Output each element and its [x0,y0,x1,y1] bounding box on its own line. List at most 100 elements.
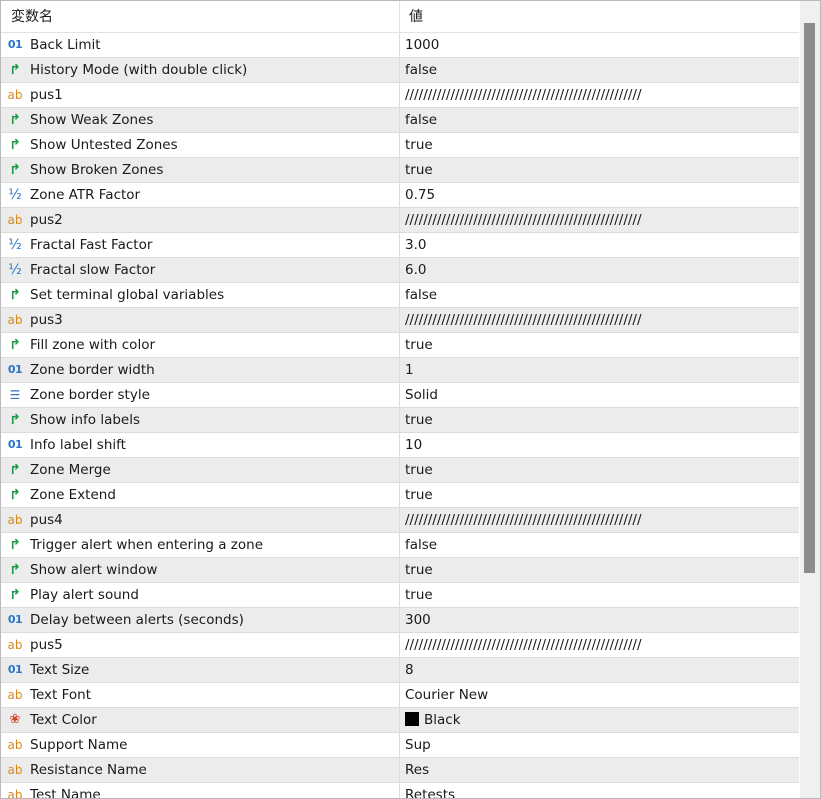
parameter-name-cell[interactable]: ab pus5 [1,633,400,657]
vertical-scrollbar[interactable] [800,1,820,798]
parameter-name-cell[interactable]: 01 Text Size [1,658,400,682]
parameter-row[interactable]: ↱ Show Weak Zones false [1,108,799,133]
parameter-name-cell[interactable]: ab Test Name [1,783,400,798]
parameter-name-cell[interactable]: ↱ Zone Extend [1,483,400,507]
parameter-row[interactable]: ↱ Play alert sound true [1,583,799,608]
parameter-row[interactable]: ↱ Trigger alert when entering a zone false [1,533,799,558]
parameter-name-cell[interactable]: ab Resistance Name [1,758,400,782]
parameter-row[interactable]: ☰ Zone border style Solid [1,383,799,408]
parameter-row[interactable]: 01 Zone border width 1 [1,358,799,383]
parameter-value-cell[interactable]: ////////////////////////////////////////… [400,508,799,532]
parameter-row[interactable]: 01 Delay between alerts (seconds) 300 [1,608,799,633]
parameter-name-cell[interactable]: ☰ Zone border style [1,383,400,407]
parameter-row[interactable]: ↱ Show Broken Zones true [1,158,799,183]
parameter-value-cell[interactable]: false [400,533,799,557]
parameter-name-cell[interactable]: ↱ Show info labels [1,408,400,432]
parameter-name-cell[interactable]: ab pus3 [1,308,400,332]
parameter-value-cell[interactable]: Sup [400,733,799,757]
parameter-value-cell[interactable]: false [400,58,799,82]
parameter-name-cell[interactable]: ↱ Set terminal global variables [1,283,400,307]
parameter-value-cell[interactable]: 3.0 [400,233,799,257]
parameter-row[interactable]: ↱ History Mode (with double click) false [1,58,799,83]
parameter-value-cell[interactable]: false [400,283,799,307]
parameter-name-cell[interactable]: 01 Back Limit [1,33,400,57]
parameter-row[interactable]: ↱ Fill zone with color true [1,333,799,358]
parameter-row[interactable]: 01 Back Limit 1000 [1,33,799,58]
parameter-row[interactable]: ab Text Font Courier New [1,683,799,708]
parameter-value-cell[interactable]: true [400,133,799,157]
parameter-name-cell[interactable]: ↱ Fill zone with color [1,333,400,357]
parameter-value: 1000 [405,33,439,58]
parameter-row[interactable]: ½ Zone ATR Factor 0.75 [1,183,799,208]
parameter-name-cell[interactable]: ↱ Show alert window [1,558,400,582]
parameter-value-cell[interactable]: Black [400,708,799,732]
parameter-row[interactable]: 01 Text Size 8 [1,658,799,683]
column-header-value[interactable]: 値 [409,1,423,32]
parameter-name-cell[interactable]: ↱ Show Weak Zones [1,108,400,132]
column-divider[interactable] [399,1,400,32]
parameter-name-cell[interactable]: 01 Zone border width [1,358,400,382]
parameter-row[interactable]: ab pus5 //////////////////////////////////… [1,633,799,658]
parameter-value-cell[interactable]: true [400,558,799,582]
parameter-row[interactable]: ab Test Name Retests [1,783,799,798]
parameter-value-cell[interactable]: true [400,583,799,607]
parameter-value-cell[interactable]: 6.0 [400,258,799,282]
parameter-row[interactable]: ↱ Zone Merge true [1,458,799,483]
parameter-row[interactable]: ↱ Zone Extend true [1,483,799,508]
parameter-name-cell[interactable]: ab pus1 [1,83,400,107]
parameter-value-cell[interactable]: ////////////////////////////////////////… [400,308,799,332]
parameter-value-cell[interactable]: 1000 [400,33,799,57]
parameter-name-cell[interactable]: ab pus4 [1,508,400,532]
parameter-row[interactable]: ↱ Show alert window true [1,558,799,583]
parameter-value-cell[interactable]: Res [400,758,799,782]
parameter-value-cell[interactable]: ////////////////////////////////////////… [400,208,799,232]
parameter-value-cell[interactable]: true [400,458,799,482]
parameter-row[interactable]: ½ Fractal slow Factor 6.0 [1,258,799,283]
parameter-name-cell[interactable]: ab Support Name [1,733,400,757]
parameter-name-cell[interactable]: 01 Delay between alerts (seconds) [1,608,400,632]
parameter-row[interactable]: ↱ Show Untested Zones true [1,133,799,158]
parameter-value-cell[interactable]: true [400,333,799,357]
parameter-row[interactable]: ab Support Name Sup [1,733,799,758]
parameter-value-cell[interactable]: true [400,158,799,182]
column-header-name[interactable]: 変数名 [11,1,53,32]
parameter-value-cell[interactable]: Courier New [400,683,799,707]
parameter-value-cell[interactable]: true [400,408,799,432]
parameter-value-cell[interactable]: Solid [400,383,799,407]
color-swatch[interactable] [405,712,419,726]
parameter-name-cell[interactable]: ½ Fractal slow Factor [1,258,400,282]
parameter-name-cell[interactable]: ↱ Trigger alert when entering a zone [1,533,400,557]
parameter-value-cell[interactable]: 0.75 [400,183,799,207]
parameter-value-cell[interactable]: false [400,108,799,132]
parameter-name-cell[interactable]: 01 Info label shift [1,433,400,457]
parameter-name-cell[interactable]: ↱ History Mode (with double click) [1,58,400,82]
parameter-row[interactable]: ½ Fractal Fast Factor 3.0 [1,233,799,258]
parameter-value-cell[interactable]: 300 [400,608,799,632]
parameter-value-cell[interactable]: 1 [400,358,799,382]
parameter-name-cell[interactable]: ↱ Show Broken Zones [1,158,400,182]
parameter-name-cell[interactable]: ↱ Show Untested Zones [1,133,400,157]
parameter-name-cell[interactable]: ❀ Text Color [1,708,400,732]
parameter-value-cell[interactable]: ////////////////////////////////////////… [400,83,799,107]
parameter-name-cell[interactable]: ↱ Play alert sound [1,583,400,607]
parameter-row[interactable]: ↱ Set terminal global variables false [1,283,799,308]
parameter-name-cell[interactable]: ab Text Font [1,683,400,707]
parameter-row[interactable]: ↱ Show info labels true [1,408,799,433]
parameter-row[interactable]: ab Resistance Name Res [1,758,799,783]
parameter-value-cell[interactable]: Retests [400,783,799,798]
parameter-row[interactable]: ab pus2 //////////////////////////////////… [1,208,799,233]
parameter-value-cell[interactable]: 10 [400,433,799,457]
parameter-value-cell[interactable]: true [400,483,799,507]
parameter-name-cell[interactable]: ab pus2 [1,208,400,232]
parameter-name-cell[interactable]: ½ Zone ATR Factor [1,183,400,207]
parameter-row[interactable]: ab pus3 //////////////////////////////////… [1,308,799,333]
parameter-row[interactable]: ab pus1 //////////////////////////////////… [1,83,799,108]
parameter-value-cell[interactable]: 8 [400,658,799,682]
scrollbar-thumb[interactable] [804,23,815,573]
parameter-value-cell[interactable]: ////////////////////////////////////////… [400,633,799,657]
parameter-name-cell[interactable]: ↱ Zone Merge [1,458,400,482]
parameter-row[interactable]: ❀ Text Color Black [1,708,799,733]
parameter-row[interactable]: ab pus4 //////////////////////////////////… [1,508,799,533]
parameter-name-cell[interactable]: ½ Fractal Fast Factor [1,233,400,257]
parameter-row[interactable]: 01 Info label shift 10 [1,433,799,458]
